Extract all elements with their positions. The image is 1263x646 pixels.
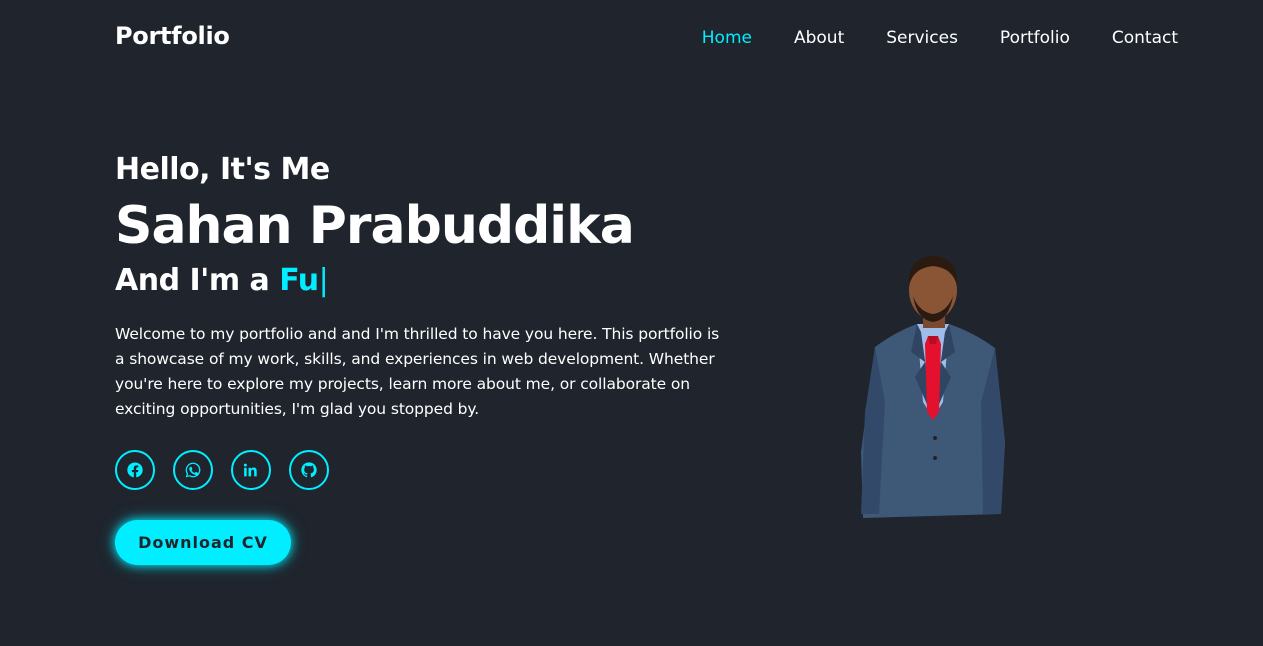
- logo[interactable]: Portfolio: [115, 22, 230, 50]
- greeting: Hello, It's Me: [115, 152, 330, 187]
- github-link[interactable]: [289, 450, 329, 490]
- nav-services[interactable]: Services: [886, 28, 958, 48]
- nav-home[interactable]: Home: [702, 28, 752, 48]
- github-icon: [301, 462, 317, 478]
- main-nav: Home About Services Portfolio Contact: [660, 28, 1178, 48]
- nav-about[interactable]: About: [794, 28, 844, 48]
- person-name: Sahan Prabuddika: [115, 196, 635, 256]
- role-typed-text: Fu: [279, 263, 319, 298]
- role-line: And I'm a Fu|: [115, 261, 735, 300]
- linkedin-icon: [243, 463, 257, 477]
- facebook-icon: [127, 462, 143, 478]
- whatsapp-link[interactable]: [173, 450, 213, 490]
- intro-paragraph: Welcome to my portfolio and and I'm thri…: [115, 325, 720, 418]
- social-links: [115, 450, 735, 490]
- linkedin-link[interactable]: [231, 450, 271, 490]
- whatsapp-icon: [185, 462, 201, 478]
- site-header: Portfolio Home About Services Portfolio …: [0, 0, 1263, 78]
- role-prefix: And I'm a: [115, 263, 280, 298]
- download-cv-button[interactable]: Download CV: [115, 520, 291, 565]
- facebook-link[interactable]: [115, 450, 155, 490]
- home-section: Hello, It's Me Sahan Prabuddika And I'm …: [115, 152, 735, 565]
- profile-photo: [861, 256, 1005, 518]
- typing-cursor: |: [318, 263, 329, 298]
- nav-contact[interactable]: Contact: [1112, 28, 1178, 48]
- nav-portfolio[interactable]: Portfolio: [1000, 28, 1070, 48]
